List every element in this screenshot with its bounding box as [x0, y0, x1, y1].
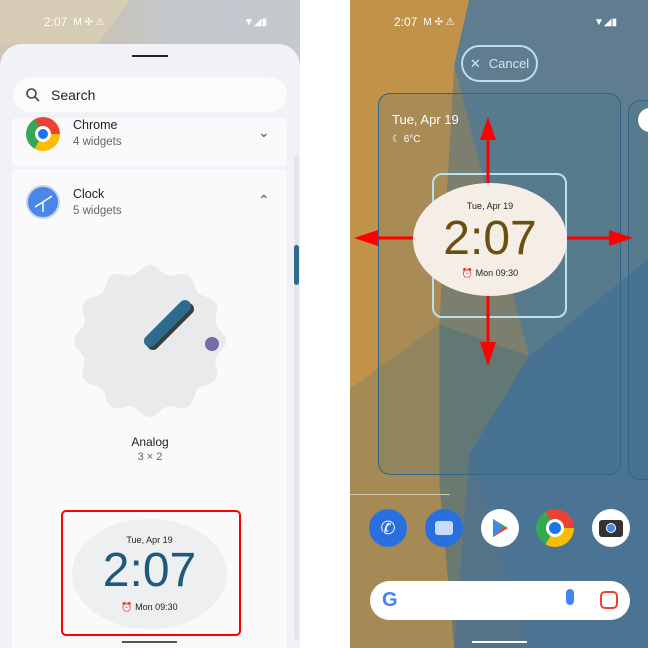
google-search-bar[interactable]: G [370, 581, 630, 620]
alarm-icon: ⏰ [121, 602, 136, 612]
app-name: Chrome [73, 118, 118, 132]
digital-clock-preview[interactable]: Tue, Apr 19 2:07 ⏰ Mon 09:30 [72, 519, 227, 629]
google-logo-icon: G [382, 589, 398, 611]
nav-handle [472, 641, 527, 643]
scrollbar-track[interactable] [294, 155, 299, 640]
gmail-icon: M ✣ ⚠ [73, 16, 105, 28]
scrollbar-thumb[interactable] [294, 245, 299, 285]
widget-count: 4 widgets [73, 136, 122, 148]
play-store-icon[interactable] [481, 509, 519, 547]
nav-handle [122, 641, 177, 643]
search-icon [26, 87, 40, 102]
status-right-icons: ▼◢▮ [244, 14, 267, 30]
phone-icon[interactable]: ✆ [369, 509, 407, 547]
page-indicator [350, 494, 450, 495]
chevron-up-icon[interactable]: ⌃ [258, 192, 270, 209]
chevron-down-icon[interactable]: ⌄ [258, 124, 270, 141]
chrome-icon[interactable] [536, 509, 574, 547]
mic-icon[interactable] [566, 589, 574, 605]
wifi-icon: ▼◢▮ [244, 16, 268, 28]
clock-app-icon [26, 185, 60, 219]
search-input[interactable]: Search [13, 77, 287, 112]
preview-time: 2:07 [102, 544, 197, 597]
widget-count: 5 widgets [73, 205, 122, 217]
widget-size: 3 × 2 [137, 451, 163, 463]
widget-name: Analog [131, 435, 169, 449]
status-bar: 2:07 M ✣ ⚠ [44, 14, 105, 30]
chrome-icon [26, 117, 60, 151]
widget-picker-screen: 2:07 M ✣ ⚠ ▼◢▮ Search Chrome 4 widgets ⌄… [0, 0, 300, 648]
camera-icon[interactable] [592, 509, 630, 547]
lens-icon[interactable] [600, 591, 618, 609]
search-placeholder: Search [51, 86, 96, 103]
app-name: Clock [73, 187, 105, 201]
status-time: 2:07 [44, 15, 68, 29]
messages-icon[interactable] [425, 509, 463, 547]
home-screen: 2:07 M ✣ ⚠ ▼◢▮ ✕ Cancel Tue, Apr 19 ☾ 6°C… [350, 0, 648, 648]
drag-handle[interactable] [132, 55, 168, 57]
analog-clock-preview[interactable] [73, 264, 227, 418]
preview-alarm: Mon 09:30 [135, 602, 178, 612]
resize-arrows [354, 117, 633, 366]
